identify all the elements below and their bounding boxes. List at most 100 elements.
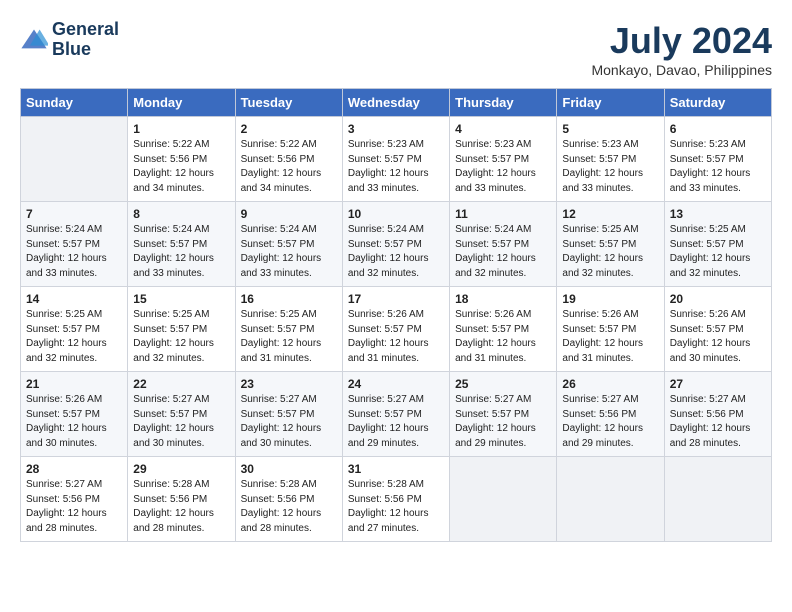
- col-header-thursday: Thursday: [450, 89, 557, 117]
- cell-info: Sunrise: 5:27 AMSunset: 5:56 PMDaylight:…: [670, 393, 766, 451]
- day-number: 23: [241, 377, 337, 391]
- calendar-table: SundayMondayTuesdayWednesdayThursdayFrid…: [20, 88, 772, 542]
- day-number: 8: [133, 207, 229, 221]
- week-row-1: 1 Sunrise: 5:22 AMSunset: 5:56 PMDaylight…: [21, 117, 772, 202]
- calendar-cell: 2 Sunrise: 5:22 AMSunset: 5:56 PMDaylight…: [235, 117, 342, 202]
- cell-info: Sunrise: 5:26 AMSunset: 5:57 PMDaylight:…: [670, 308, 766, 366]
- calendar-cell: 7 Sunrise: 5:24 AMSunset: 5:57 PMDaylight…: [21, 202, 128, 287]
- calendar-cell: [21, 117, 128, 202]
- calendar-cell: 6Sunrise: 5:23 AMSunset: 5:57 PMDaylight…: [664, 117, 771, 202]
- day-number: 10: [348, 207, 444, 221]
- cell-info: Sunrise: 5:25 AMSunset: 5:57 PMDaylight:…: [562, 223, 658, 281]
- cell-info: Sunrise: 5:22 AMSunset: 5:56 PMDaylight:…: [133, 138, 229, 196]
- cell-info: Sunrise: 5:27 AMSunset: 5:57 PMDaylight:…: [455, 393, 551, 451]
- day-number: 19: [562, 292, 658, 306]
- day-number: 1: [133, 122, 229, 136]
- day-number: 21: [26, 377, 122, 391]
- cell-info: Sunrise: 5:26 AMSunset: 5:57 PMDaylight:…: [26, 393, 122, 451]
- col-header-tuesday: Tuesday: [235, 89, 342, 117]
- calendar-cell: 24Sunrise: 5:27 AMSunset: 5:57 PMDayligh…: [342, 372, 449, 457]
- location: Monkayo, Davao, Philippines: [591, 62, 772, 78]
- day-number: 7: [26, 207, 122, 221]
- cell-info: Sunrise: 5:23 AMSunset: 5:57 PMDaylight:…: [348, 138, 444, 196]
- day-number: 9: [241, 207, 337, 221]
- cell-info: Sunrise: 5:23 AMSunset: 5:57 PMDaylight:…: [670, 138, 766, 196]
- calendar-cell: 23 Sunrise: 5:27 AMSunset: 5:57 PMDayligh…: [235, 372, 342, 457]
- cell-info: Sunrise: 5:27 AMSunset: 5:57 PMDaylight:…: [133, 393, 229, 451]
- calendar-cell: 15 Sunrise: 5:25 AMSunset: 5:57 PMDayligh…: [128, 287, 235, 372]
- day-number: 5: [562, 122, 658, 136]
- col-header-wednesday: Wednesday: [342, 89, 449, 117]
- cell-info: Sunrise: 5:24 AMSunset: 5:57 PMDaylight:…: [455, 223, 551, 281]
- calendar-cell: 18 Sunrise: 5:26 AMSunset: 5:57 PMDayligh…: [450, 287, 557, 372]
- day-number: 18: [455, 292, 551, 306]
- calendar-cell: 11Sunrise: 5:24 AMSunset: 5:57 PMDayligh…: [450, 202, 557, 287]
- calendar-cell: 5 Sunrise: 5:23 AMSunset: 5:57 PMDaylight…: [557, 117, 664, 202]
- cell-info: Sunrise: 5:27 AMSunset: 5:56 PMDaylight:…: [562, 393, 658, 451]
- cell-info: Sunrise: 5:28 AMSunset: 5:56 PMDaylight:…: [133, 478, 229, 536]
- day-number: 28: [26, 462, 122, 476]
- calendar-cell: 31 Sunrise: 5:28 AMSunset: 5:56 PMDayligh…: [342, 457, 449, 542]
- col-header-sunday: Sunday: [21, 89, 128, 117]
- cell-info: Sunrise: 5:25 AMSunset: 5:57 PMDaylight:…: [241, 308, 337, 366]
- cell-info: Sunrise: 5:24 AMSunset: 5:57 PMDaylight:…: [348, 223, 444, 281]
- day-number: 15: [133, 292, 229, 306]
- calendar-cell: 17 Sunrise: 5:26 AMSunset: 5:57 PMDayligh…: [342, 287, 449, 372]
- calendar-cell: 12 Sunrise: 5:25 AMSunset: 5:57 PMDayligh…: [557, 202, 664, 287]
- calendar-cell: 9Sunrise: 5:24 AMSunset: 5:57 PMDaylight…: [235, 202, 342, 287]
- day-number: 17: [348, 292, 444, 306]
- calendar-cell: 1 Sunrise: 5:22 AMSunset: 5:56 PMDaylight…: [128, 117, 235, 202]
- calendar-cell: 13Sunrise: 5:25 AMSunset: 5:57 PMDayligh…: [664, 202, 771, 287]
- day-number: 4: [455, 122, 551, 136]
- cell-info: Sunrise: 5:23 AMSunset: 5:57 PMDaylight:…: [455, 138, 551, 196]
- cell-info: Sunrise: 5:27 AMSunset: 5:56 PMDaylight:…: [26, 478, 122, 536]
- week-row-2: 7 Sunrise: 5:24 AMSunset: 5:57 PMDaylight…: [21, 202, 772, 287]
- cell-info: Sunrise: 5:22 AMSunset: 5:56 PMDaylight:…: [241, 138, 337, 196]
- cell-info: Sunrise: 5:24 AMSunset: 5:57 PMDaylight:…: [26, 223, 122, 281]
- day-number: 16: [241, 292, 337, 306]
- cell-info: Sunrise: 5:23 AMSunset: 5:57 PMDaylight:…: [562, 138, 658, 196]
- week-row-3: 14 Sunrise: 5:25 AMSunset: 5:57 PMDayligh…: [21, 287, 772, 372]
- cell-info: Sunrise: 5:26 AMSunset: 5:57 PMDaylight:…: [562, 308, 658, 366]
- day-number: 3: [348, 122, 444, 136]
- day-number: 25: [455, 377, 551, 391]
- calendar-cell: 20 Sunrise: 5:26 AMSunset: 5:57 PMDayligh…: [664, 287, 771, 372]
- calendar-cell: 16 Sunrise: 5:25 AMSunset: 5:57 PMDayligh…: [235, 287, 342, 372]
- col-header-friday: Friday: [557, 89, 664, 117]
- day-number: 13: [670, 207, 766, 221]
- calendar-cell: 8 Sunrise: 5:24 AMSunset: 5:57 PMDaylight…: [128, 202, 235, 287]
- day-number: 12: [562, 207, 658, 221]
- calendar-cell: [557, 457, 664, 542]
- calendar-cell: 27Sunrise: 5:27 AMSunset: 5:56 PMDayligh…: [664, 372, 771, 457]
- cell-info: Sunrise: 5:26 AMSunset: 5:57 PMDaylight:…: [455, 308, 551, 366]
- day-number: 20: [670, 292, 766, 306]
- month-year: July 2024: [591, 20, 772, 62]
- week-row-5: 28 Sunrise: 5:27 AMSunset: 5:56 PMDayligh…: [21, 457, 772, 542]
- day-number: 2: [241, 122, 337, 136]
- day-number: 26: [562, 377, 658, 391]
- col-header-saturday: Saturday: [664, 89, 771, 117]
- day-number: 14: [26, 292, 122, 306]
- logo-text: General Blue: [52, 20, 119, 60]
- page-header: General Blue July 2024 Monkayo, Davao, P…: [20, 20, 772, 78]
- cell-info: Sunrise: 5:25 AMSunset: 5:57 PMDaylight:…: [133, 308, 229, 366]
- calendar-cell: 14Sunrise: 5:25 AMSunset: 5:57 PMDayligh…: [21, 287, 128, 372]
- day-number: 29: [133, 462, 229, 476]
- cell-info: Sunrise: 5:28 AMSunset: 5:56 PMDaylight:…: [348, 478, 444, 536]
- calendar-cell: 25 Sunrise: 5:27 AMSunset: 5:57 PMDayligh…: [450, 372, 557, 457]
- title-block: July 2024 Monkayo, Davao, Philippines: [591, 20, 772, 78]
- calendar-cell: 28 Sunrise: 5:27 AMSunset: 5:56 PMDayligh…: [21, 457, 128, 542]
- cell-info: Sunrise: 5:27 AMSunset: 5:57 PMDaylight:…: [348, 393, 444, 451]
- day-number: 30: [241, 462, 337, 476]
- day-number: 22: [133, 377, 229, 391]
- cell-info: Sunrise: 5:27 AMSunset: 5:57 PMDaylight:…: [241, 393, 337, 451]
- calendar-cell: 22 Sunrise: 5:27 AMSunset: 5:57 PMDayligh…: [128, 372, 235, 457]
- calendar-cell: 4 Sunrise: 5:23 AMSunset: 5:57 PMDaylight…: [450, 117, 557, 202]
- day-number: 31: [348, 462, 444, 476]
- calendar-cell: 10 Sunrise: 5:24 AMSunset: 5:57 PMDayligh…: [342, 202, 449, 287]
- calendar-cell: 19 Sunrise: 5:26 AMSunset: 5:57 PMDayligh…: [557, 287, 664, 372]
- calendar-cell: 21 Sunrise: 5:26 AMSunset: 5:57 PMDayligh…: [21, 372, 128, 457]
- logo-icon: [20, 26, 48, 54]
- cell-info: Sunrise: 5:26 AMSunset: 5:57 PMDaylight:…: [348, 308, 444, 366]
- cell-info: Sunrise: 5:24 AMSunset: 5:57 PMDaylight:…: [133, 223, 229, 281]
